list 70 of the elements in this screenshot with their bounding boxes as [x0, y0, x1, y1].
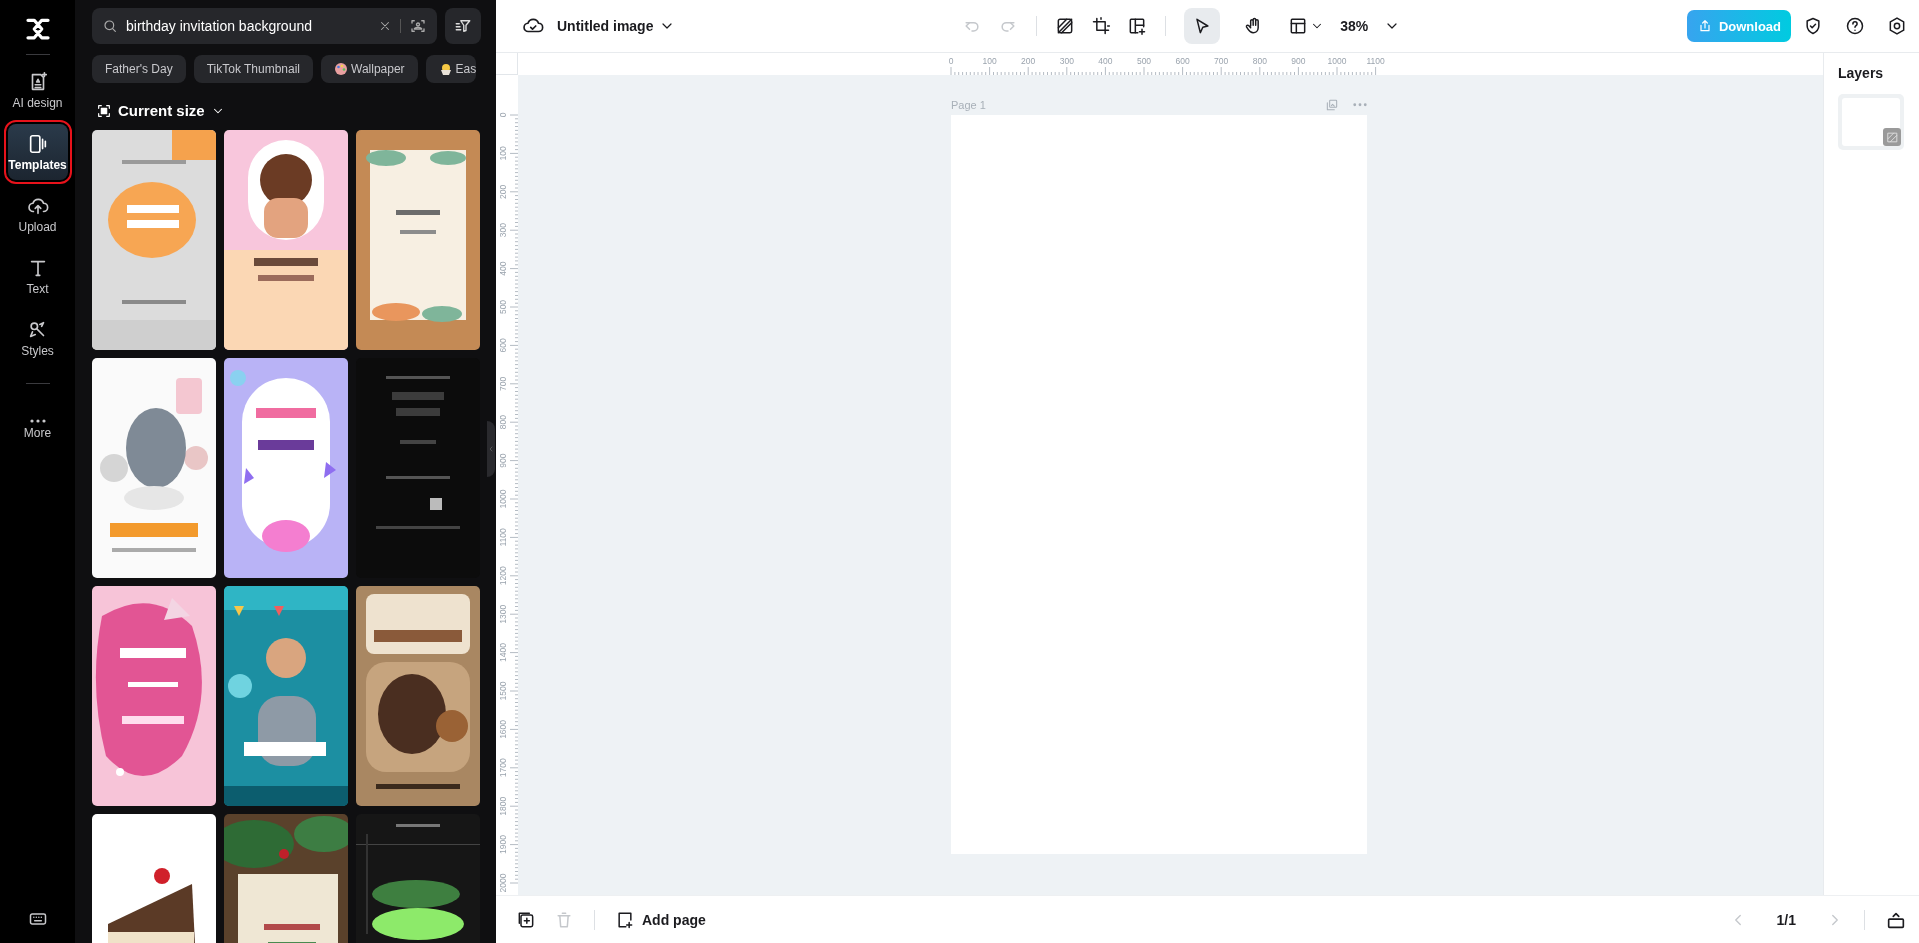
- background-layer-icon: [1885, 130, 1899, 144]
- crop-resize-icon[interactable]: [1091, 16, 1112, 36]
- ruler-label: 1500: [498, 681, 508, 701]
- help-icon[interactable]: [1845, 16, 1865, 36]
- ruler-label: 1100: [498, 528, 508, 547]
- shield-check-icon[interactable]: [1803, 16, 1823, 36]
- search-field[interactable]: birthday invitation background: [126, 18, 370, 34]
- ruler-label: 1000: [498, 489, 508, 509]
- ruler-label: 700: [498, 376, 508, 391]
- ruler-label: 1100: [1366, 56, 1385, 66]
- image-search-icon[interactable]: [409, 17, 427, 35]
- ruler-label: 100: [982, 56, 997, 66]
- ruler-label: 0: [948, 56, 954, 66]
- collapse-handle[interactable]: [487, 421, 495, 477]
- ruler-label: 700: [1214, 56, 1229, 66]
- ruler-label: 400: [1098, 56, 1113, 66]
- category-chip[interactable]: Wallpaper: [321, 55, 418, 83]
- clear-icon[interactable]: [378, 19, 392, 33]
- page-counter: 1/1: [1776, 911, 1796, 928]
- layer-thumbnail[interactable]: [1838, 94, 1904, 150]
- ruler-label: 200: [498, 184, 508, 199]
- ruler-label: 600: [1175, 56, 1190, 66]
- sidebar-tab[interactable]: More: [7, 401, 68, 457]
- ruler-label: 1800: [498, 796, 508, 816]
- ruler-label: 900: [1291, 56, 1306, 66]
- sidebar-tab[interactable]: Styles: [7, 310, 68, 366]
- category-chip[interactable]: TikTok Thumbnail: [193, 55, 314, 83]
- ruler-label: 800: [498, 415, 508, 430]
- ruler-label: 500: [498, 299, 508, 315]
- ruler-label: 1900: [498, 835, 508, 855]
- ruler-label: 2000: [498, 873, 508, 893]
- search-bar[interactable]: birthday invitation background: [92, 8, 437, 44]
- layers-title: Layers: [1838, 65, 1884, 81]
- filter-button[interactable]: [445, 8, 481, 44]
- section-title[interactable]: Current size: [118, 102, 205, 119]
- zoom-level[interactable]: 38%: [1340, 18, 1369, 34]
- filter-icon: [454, 17, 472, 35]
- ruler-label: 1400: [498, 643, 508, 663]
- ruler-label: 100: [498, 146, 508, 161]
- sidebar-tab[interactable]: Text: [7, 248, 68, 304]
- settings-icon[interactable]: [1887, 16, 1907, 36]
- ruler-label: 1700: [498, 758, 508, 778]
- ruler-label: 0: [498, 112, 508, 118]
- chevron-left-icon: [487, 444, 495, 454]
- select-tool-button[interactable]: [1184, 8, 1221, 44]
- ruler-label: 600: [498, 338, 508, 353]
- search-icon: [102, 18, 118, 34]
- ruler-label: 1600: [498, 719, 508, 739]
- document-title[interactable]: Untitled image: [557, 18, 654, 34]
- sidebar-tab[interactable]: AI design: [7, 62, 68, 118]
- ruler-label: 1200: [498, 566, 508, 586]
- ruler-label: 900: [498, 453, 508, 468]
- ruler-label: 800: [1252, 56, 1267, 66]
- ruler-label: 300: [498, 223, 508, 238]
- category-chip[interactable]: Eas: [425, 55, 477, 83]
- chick-icon: [438, 62, 453, 76]
- add-page-button[interactable]: Add page: [615, 909, 706, 930]
- page-label: Page 1: [951, 99, 987, 111]
- ruler-label: 200: [1021, 56, 1036, 66]
- ruler-label: 500: [1136, 56, 1152, 66]
- layout-add-icon[interactable]: [1127, 16, 1148, 36]
- size-frame-icon: [96, 102, 112, 119]
- ruler-label: 300: [1059, 56, 1074, 66]
- ruler-label: 1300: [498, 604, 508, 624]
- ruler-label: 400: [498, 261, 508, 276]
- ruler-label: 1000: [1327, 56, 1347, 66]
- sidebar-tab[interactable]: Upload: [7, 186, 68, 242]
- category-chip[interactable]: Father's Day: [92, 55, 186, 83]
- more-icon: [29, 418, 46, 423]
- palette-icon: [334, 62, 349, 76]
